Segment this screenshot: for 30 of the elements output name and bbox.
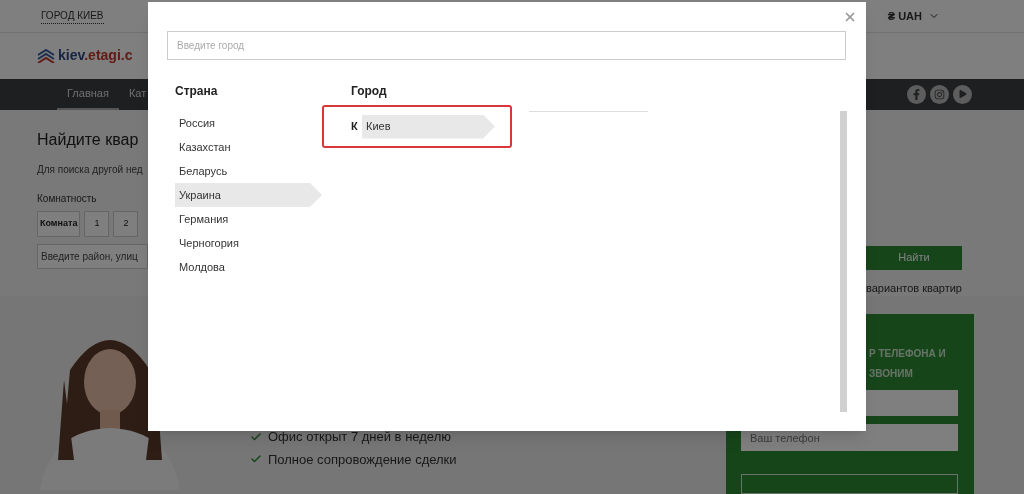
room-button[interactable]: 1 (84, 210, 110, 237)
search-subtitle: Для поиска другой нед (37, 162, 144, 177)
country-heading: Страна (175, 83, 219, 100)
letter-label: К (351, 119, 358, 135)
country-item[interactable]: Украина (175, 183, 322, 207)
address-field[interactable]: Введите район, улиц (37, 243, 148, 269)
rooms-label: Комнатность (37, 191, 98, 206)
social-icon[interactable] (953, 84, 972, 104)
site-logo[interactable]: kiev.etagi.c (58, 45, 133, 67)
social-icon[interactable] (930, 84, 949, 104)
callback-heading: ЗВОНИМ (868, 367, 914, 381)
results-count: вариантов квартир (865, 280, 962, 296)
city-item[interactable]: Киев (362, 114, 495, 139)
callback-heading: Р ТЕЛЕФОНА И (868, 347, 947, 361)
social-icon[interactable] (907, 84, 926, 104)
logo-chevrons-icon (37, 48, 55, 63)
currency-selector[interactable]: ₴ UAH (887, 7, 940, 25)
feature-text: Полное сопровождение сделки (268, 450, 457, 469)
city-heading: Город (350, 83, 388, 100)
feature-text: Офис открыт 7 дней в неделю (268, 428, 451, 446)
scrollbar[interactable] (840, 111, 847, 412)
close-button[interactable] (843, 10, 857, 24)
city-link[interactable]: ГОРОД КИЕВ (41, 7, 104, 24)
check-icon (250, 430, 262, 443)
room-button[interactable]: Комната (37, 210, 81, 237)
room-button[interactable]: 2 (113, 210, 139, 237)
city-search-field[interactable]: Введите город (167, 31, 846, 60)
submit-button[interactable] (741, 474, 958, 494)
find-button[interactable]: Найти (866, 245, 962, 270)
search-title: Найдите квар (37, 129, 140, 150)
